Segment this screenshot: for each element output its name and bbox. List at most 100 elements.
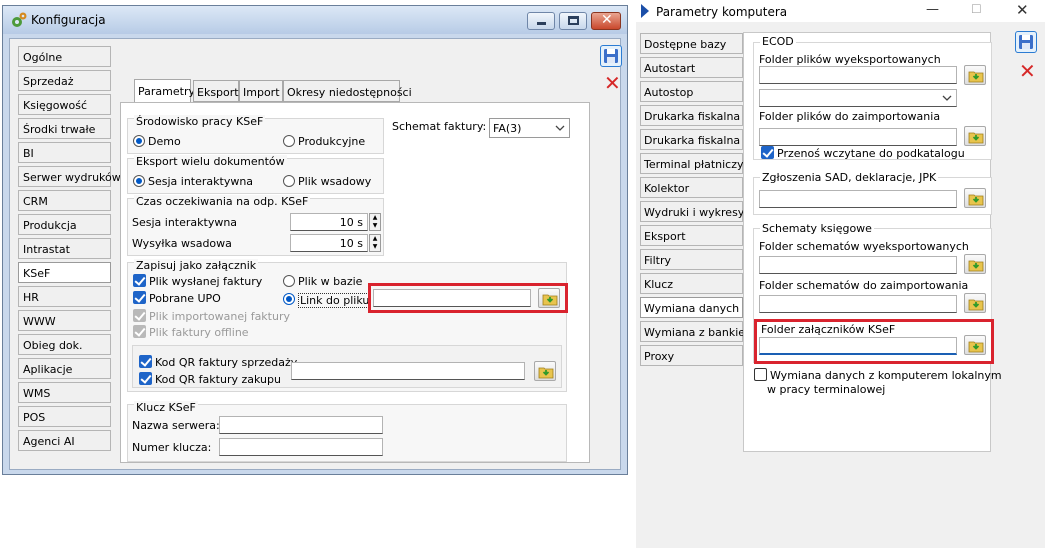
export-group-title: Eksport wielu dokumentów <box>134 155 287 168</box>
tab-import[interactable]: Import <box>239 80 283 102</box>
sidebar-item-srodki-trwale[interactable]: Środki trwałe <box>18 118 111 139</box>
exported-folder-browse[interactable] <box>964 65 986 85</box>
schemes-imported-input[interactable] <box>759 295 957 313</box>
ksef-attach-folder-browse[interactable] <box>964 335 986 355</box>
close-x-icon: ✕ <box>604 71 621 95</box>
sidebar2-item-drukarka-fiskalna-2[interactable]: Drukarka fiskalna 2 <box>640 129 751 150</box>
floppy-disk-icon <box>604 49 618 63</box>
sidebar-item-obieg-dok[interactable]: Obieg dok. <box>18 334 111 355</box>
close-button-2[interactable]: ✕ <box>1016 1 1029 19</box>
terminal-exchange-checkbox[interactable] <box>754 368 767 381</box>
save-button[interactable] <box>600 45 622 67</box>
sidebar2-item-dostepne-bazy[interactable]: Dostępne bazy <box>640 33 743 54</box>
tab-eksport[interactable]: Eksport <box>193 80 239 102</box>
env-demo-radio[interactable] <box>133 135 145 147</box>
env-prod-radio[interactable] <box>283 135 295 147</box>
attach-imported-label: Plik importowanej faktury <box>149 310 290 323</box>
close-x-icon: ✕ <box>1019 59 1036 83</box>
link-path-input[interactable] <box>373 289 531 307</box>
sidebar-item-bi[interactable]: BI <box>18 142 111 163</box>
sidebar-item-wms[interactable]: WMS <box>18 382 111 403</box>
wait-batch-input[interactable]: 10 s <box>290 234 368 252</box>
move-subfolder-label: Przenoś wczytane do podkatalogu <box>777 147 965 160</box>
sidebar-item-www[interactable]: WWW <box>18 310 111 331</box>
sidebar-item-ogolne[interactable]: Ogólne <box>18 46 111 67</box>
wait-session-label: Sesja interaktywna <box>132 216 238 229</box>
save-button-2[interactable] <box>1015 31 1037 53</box>
cancel-button-2[interactable]: ✕ <box>1015 59 1037 83</box>
sidebar2-item-wydruki-i-wykresy[interactable]: Wydruki i wykresy <box>640 201 744 222</box>
sidebar2-item-autostart[interactable]: Autostart <box>640 57 743 78</box>
schemes-imported-browse[interactable] <box>964 293 986 313</box>
sidebar2-item-wymiana-danych[interactable]: Wymiana danych <box>640 297 743 318</box>
sidebar-item-aplikacje[interactable]: Aplikacje <box>18 358 111 379</box>
sidebar2-item-eksport[interactable]: Eksport <box>640 225 743 246</box>
sidebar-item-intrastat[interactable]: Intrastat <box>18 238 111 259</box>
maximize-button-2[interactable]: ☐ <box>971 2 982 16</box>
export-interactive-radio[interactable] <box>133 175 145 187</box>
browse-folder-button[interactable] <box>538 288 560 308</box>
exported-folder-label: Folder plików wyeksportowanych <box>759 53 941 66</box>
qr-purchase-checkbox[interactable] <box>139 372 152 385</box>
attach-in-db-radio[interactable] <box>283 275 295 287</box>
wait-batch-spinner[interactable]: ▲ ▼ <box>369 234 381 252</box>
imported-folder-browse[interactable] <box>964 126 986 146</box>
sidebar2-item-klucz[interactable]: Klucz <box>640 273 743 294</box>
attach-upo-label: Pobrane UPO <box>149 292 221 305</box>
attach-offline-checkbox[interactable] <box>133 325 146 338</box>
terminal-exchange-label-2: w pracy terminalowej <box>767 383 886 396</box>
wait-session-input[interactable]: 10 s <box>290 213 368 231</box>
attach-upo-checkbox[interactable] <box>133 291 146 304</box>
key-number-input[interactable] <box>219 438 383 456</box>
cancel-button[interactable]: ✕ <box>600 71 622 95</box>
wait-session-spinner[interactable]: ▲ ▼ <box>369 213 381 231</box>
minimize-button[interactable] <box>527 12 555 30</box>
sidebar-item-serwer-wydrukow[interactable]: Serwer wydruków <box>18 166 121 187</box>
imported-folder-input[interactable] <box>759 128 957 146</box>
qr-sale-checkbox[interactable] <box>139 355 152 368</box>
sad-folder-browse[interactable] <box>964 188 986 208</box>
tab-parametry[interactable]: Parametry <box>134 79 195 103</box>
sidebar2-item-terminal-platniczy[interactable]: Terminal płatniczy <box>640 153 744 174</box>
sidebar2-item-wymiana-z-bankiem[interactable]: Wymiana z bankiem <box>640 321 756 342</box>
title-bar[interactable]: Konfiguracja ✕ <box>3 6 627 34</box>
sidebar-item-pos[interactable]: POS <box>18 406 111 427</box>
attach-link-label: Link do pliku <box>298 293 372 308</box>
sidebar2-item-proxy[interactable]: Proxy <box>640 345 743 366</box>
sidebar2-item-drukarka-fiskalna[interactable]: Drukarka fiskalna <box>640 105 743 126</box>
sidebar2-item-filtry[interactable]: Filtry <box>640 249 743 270</box>
attach-imported-checkbox[interactable] <box>133 309 146 322</box>
exported-format-select[interactable] <box>759 89 957 107</box>
schemes-exported-input[interactable] <box>759 256 957 274</box>
imported-folder-label: Folder plików do zaimportowania <box>759 110 941 123</box>
sidebar2-item-kolektor[interactable]: Kolektor <box>640 177 743 198</box>
exported-folder-input[interactable] <box>759 66 957 84</box>
folder-arrow-icon <box>968 132 984 144</box>
sidebar-item-ksef[interactable]: KSeF <box>18 262 111 283</box>
attach-sent-checkbox[interactable] <box>133 274 146 287</box>
minimize-button-2[interactable]: — <box>926 2 939 17</box>
sad-folder-input[interactable] <box>759 190 957 208</box>
sidebar-item-crm[interactable]: CRM <box>18 190 111 211</box>
terminal-exchange-label-1: Wymiana danych z komputerem lokalnym <box>770 369 1002 382</box>
sidebar-item-sprzedaz[interactable]: Sprzedaż <box>18 70 111 91</box>
qr-browse-button[interactable] <box>534 361 556 381</box>
sidebar2-item-autostop[interactable]: Autostop <box>640 81 743 102</box>
close-button[interactable]: ✕ <box>591 12 621 30</box>
sidebar-item-hr[interactable]: HR <box>18 286 111 307</box>
maximize-button[interactable] <box>559 12 587 30</box>
sidebar-item-ksiegowosc[interactable]: Księgowość <box>18 94 111 115</box>
floppy-disk-icon <box>1019 35 1033 49</box>
export-batch-radio[interactable] <box>283 175 295 187</box>
move-subfolder-checkbox[interactable] <box>761 146 774 159</box>
title-bar-2[interactable]: Parametry komputera — ☐ ✕ <box>636 0 1045 22</box>
sidebar-item-produkcja[interactable]: Produkcja <box>18 214 111 235</box>
folder-arrow-icon <box>968 260 984 272</box>
attach-link-radio[interactable] <box>283 293 295 305</box>
server-input[interactable] <box>219 416 383 434</box>
ksef-attach-folder-input[interactable] <box>759 337 957 355</box>
sidebar-item-agenci-ai[interactable]: Agenci AI <box>18 430 111 451</box>
qr-path-input[interactable] <box>291 362 525 380</box>
schemes-exported-browse[interactable] <box>964 254 986 274</box>
tab-okresy-niedostepnosci[interactable]: Okresy niedostępności <box>283 80 412 102</box>
